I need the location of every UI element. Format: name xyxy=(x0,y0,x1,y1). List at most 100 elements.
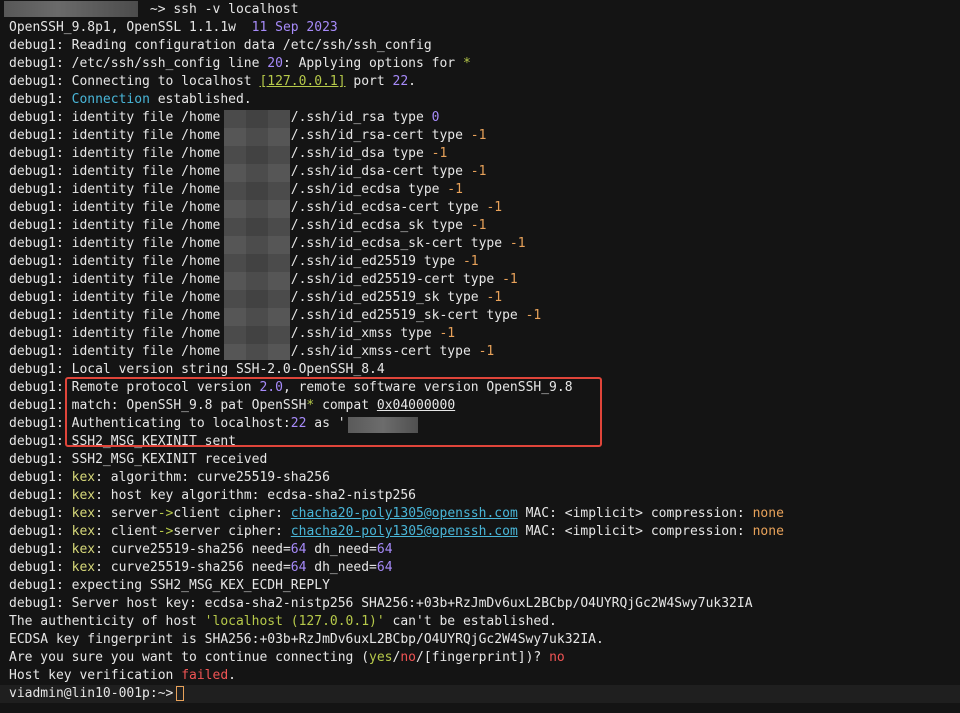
terminal-line: debug1: identity file /home /.ssh/id_dsa… xyxy=(0,163,960,181)
line-segment: debug1: Server host key: ecdsa-sha2-nist… xyxy=(9,596,753,611)
terminal-line: debug1: identity file /home /.ssh/id_ecd… xyxy=(0,199,960,217)
line-segment: established. xyxy=(149,92,252,107)
line-segment: 64 xyxy=(376,542,393,557)
line-segment: /[fingerprint])? xyxy=(416,650,550,665)
line-segment: Host key verification xyxy=(9,668,182,683)
line-segment: 64 xyxy=(376,560,393,575)
line-segment: 22 xyxy=(392,74,409,89)
line-segment: 20 xyxy=(267,56,283,71)
line-segment: Connection xyxy=(71,92,150,107)
line-segment: debug1: xyxy=(9,470,72,485)
line-segment: 'localhost (127.0.0.1)' xyxy=(204,614,385,629)
line-segment: -1 xyxy=(462,254,479,269)
line-segment: : curve25519-sha256 need= xyxy=(95,542,291,557)
terminal-line: debug1: kex: curve25519-sha256 need=64 d… xyxy=(0,559,960,577)
line-segment: * xyxy=(462,56,471,71)
line-segment: 11 Sep 2023 xyxy=(251,20,338,35)
line-segment: -1 xyxy=(470,128,487,143)
terminal-line: debug1: kex: curve25519-sha256 need=64 d… xyxy=(0,541,960,559)
line-segment: : client xyxy=(95,524,158,539)
terminal-line: debug1: SSH2_MSG_KEXINIT received xyxy=(0,451,960,469)
line-segment: -> xyxy=(157,524,174,539)
terminal-line: debug1: Connection established. xyxy=(0,91,960,109)
terminal-line: debug1: kex: host key algorithm: ecdsa-s… xyxy=(0,487,960,505)
line-segment: server cipher: xyxy=(173,524,291,539)
line-segment: kex xyxy=(71,524,96,539)
line-segment: -1 xyxy=(470,164,487,179)
line-segment: debug1: expecting SSH2_MSG_KEX_ECDH_REPL… xyxy=(9,578,330,593)
line-segment: Are you sure you want to continue connec… xyxy=(9,650,370,665)
terminal-line: debug1: /etc/ssh/ssh_config line 20: App… xyxy=(0,55,960,73)
terminal-line: debug1: identity file /home /.ssh/id_rsa… xyxy=(0,109,960,127)
line-segment: -1 xyxy=(502,272,518,287)
line-segment: 64 xyxy=(290,560,307,575)
line-segment: debug1: identity file /home /.ssh/id_dsa… xyxy=(9,146,432,161)
line-segment: . xyxy=(228,668,236,683)
terminal-line: debug1: identity file /home /.ssh/id_ecd… xyxy=(0,235,960,253)
line-segment: -> xyxy=(157,506,174,521)
cursor-block xyxy=(176,686,185,701)
line-segment: debug1: xyxy=(9,542,72,557)
line-segment: debug1: xyxy=(9,506,72,521)
line-segment: -1 xyxy=(439,326,456,341)
terminal-line: debug1: identity file /home /.ssh/id_dsa… xyxy=(0,145,960,163)
line-segment: . xyxy=(408,74,416,89)
terminal-line: OpenSSH_9.8p1, OpenSSL 1.1.1w 11 Sep 202… xyxy=(0,19,960,37)
line-segment: no xyxy=(400,650,416,665)
terminal-line: debug1: Reading configuration data /etc/… xyxy=(0,37,960,55)
line-segment: no xyxy=(549,650,565,665)
terminal-line: Host key verification failed. xyxy=(0,667,960,685)
line-segment: dh_need= xyxy=(306,560,377,575)
terminal-line: debug1: kex: client->server cipher: chac… xyxy=(0,523,960,541)
line-segment: : host key algorithm: ecdsa-sha2-nistp25… xyxy=(95,488,417,503)
line-segment: failed xyxy=(181,668,229,683)
line-segment: debug1: xyxy=(9,488,72,503)
line-segment: debug1: xyxy=(9,560,72,575)
line-segment: -1 xyxy=(486,290,503,305)
line-segment: debug1: identity file /home /.ssh/id_rsa… xyxy=(9,110,432,125)
terminal-line: debug1: kex: server->client cipher: chac… xyxy=(0,505,960,523)
line-segment: kex xyxy=(71,506,96,521)
line-segment: : algorithm: curve25519-sha256 xyxy=(95,470,330,485)
line-segment: debug1: xyxy=(9,92,72,107)
terminal-line: ECDSA key fingerprint is SHA256:+03b+RzJ… xyxy=(0,631,960,649)
line-segment: kex xyxy=(71,542,96,557)
line-segment: client cipher: xyxy=(173,506,291,521)
line-segment: -1 xyxy=(431,146,448,161)
line-segment: : Applying options for xyxy=(282,56,463,71)
line-segment: debug1: Local version string SSH-2.0-Ope… xyxy=(9,362,385,377)
line-segment: none xyxy=(752,524,784,539)
line-segment: debug1: Connecting to localhost xyxy=(9,74,260,89)
line-segment: -1 xyxy=(470,218,487,233)
line-segment: : curve25519-sha256 need= xyxy=(95,560,291,575)
line-segment: yes xyxy=(369,650,393,665)
terminal-line: debug1: identity file /home /.ssh/id_ed2… xyxy=(0,271,960,289)
line-segment: ECDSA key fingerprint is SHA256:+03b+RzJ… xyxy=(9,632,604,647)
line-segment: MAC: <implicit> compression: xyxy=(517,506,753,521)
terminal-line: Are you sure you want to continue connec… xyxy=(0,649,960,667)
terminal-line: debug1: identity file /home /.ssh/id_xms… xyxy=(0,325,960,343)
line-segment: none xyxy=(752,506,784,521)
terminal-line: debug1: identity file /home /.ssh/id_ecd… xyxy=(0,217,960,235)
redacted-username-column xyxy=(224,110,290,360)
line-segment: kex xyxy=(71,470,96,485)
line-segment: -1 xyxy=(525,308,542,323)
line-segment: debug1: xyxy=(9,524,72,539)
terminal-line: debug1: identity file /home /.ssh/id_ecd… xyxy=(0,181,960,199)
line-segment: The authenticity of host xyxy=(9,614,205,629)
terminal-line: debug1: identity file /home /.ssh/id_ed2… xyxy=(0,307,960,325)
terminal-line: debug1: Connecting to localhost [127.0.0… xyxy=(0,73,960,91)
terminal-line: ~> ssh -v localhost xyxy=(0,1,960,19)
terminal-line: debug1: expecting SSH2_MSG_KEX_ECDH_REPL… xyxy=(0,577,960,595)
line-segment: -1 xyxy=(447,182,463,197)
line-segment: MAC: <implicit> compression: xyxy=(517,524,753,539)
terminal-output: ~> ssh -v localhost OpenSSH_9.8p1, OpenSS… xyxy=(0,1,960,703)
line-segment: -1 xyxy=(486,200,503,215)
terminal-line: debug1: identity file /home /.ssh/id_xms… xyxy=(0,343,960,361)
prompt-line[interactable]: viadmin@lin10-001p:~> xyxy=(0,685,960,703)
line-segment: debug1: /etc/ssh/ssh_config line xyxy=(9,56,268,71)
terminal-line: The authenticity of host 'localhost (127… xyxy=(0,613,960,631)
line-segment: kex xyxy=(71,560,96,575)
line-segment: can't be established. xyxy=(384,614,557,629)
terminal-window[interactable]: ~> ssh -v localhost OpenSSH_9.8p1, OpenSS… xyxy=(0,0,960,713)
